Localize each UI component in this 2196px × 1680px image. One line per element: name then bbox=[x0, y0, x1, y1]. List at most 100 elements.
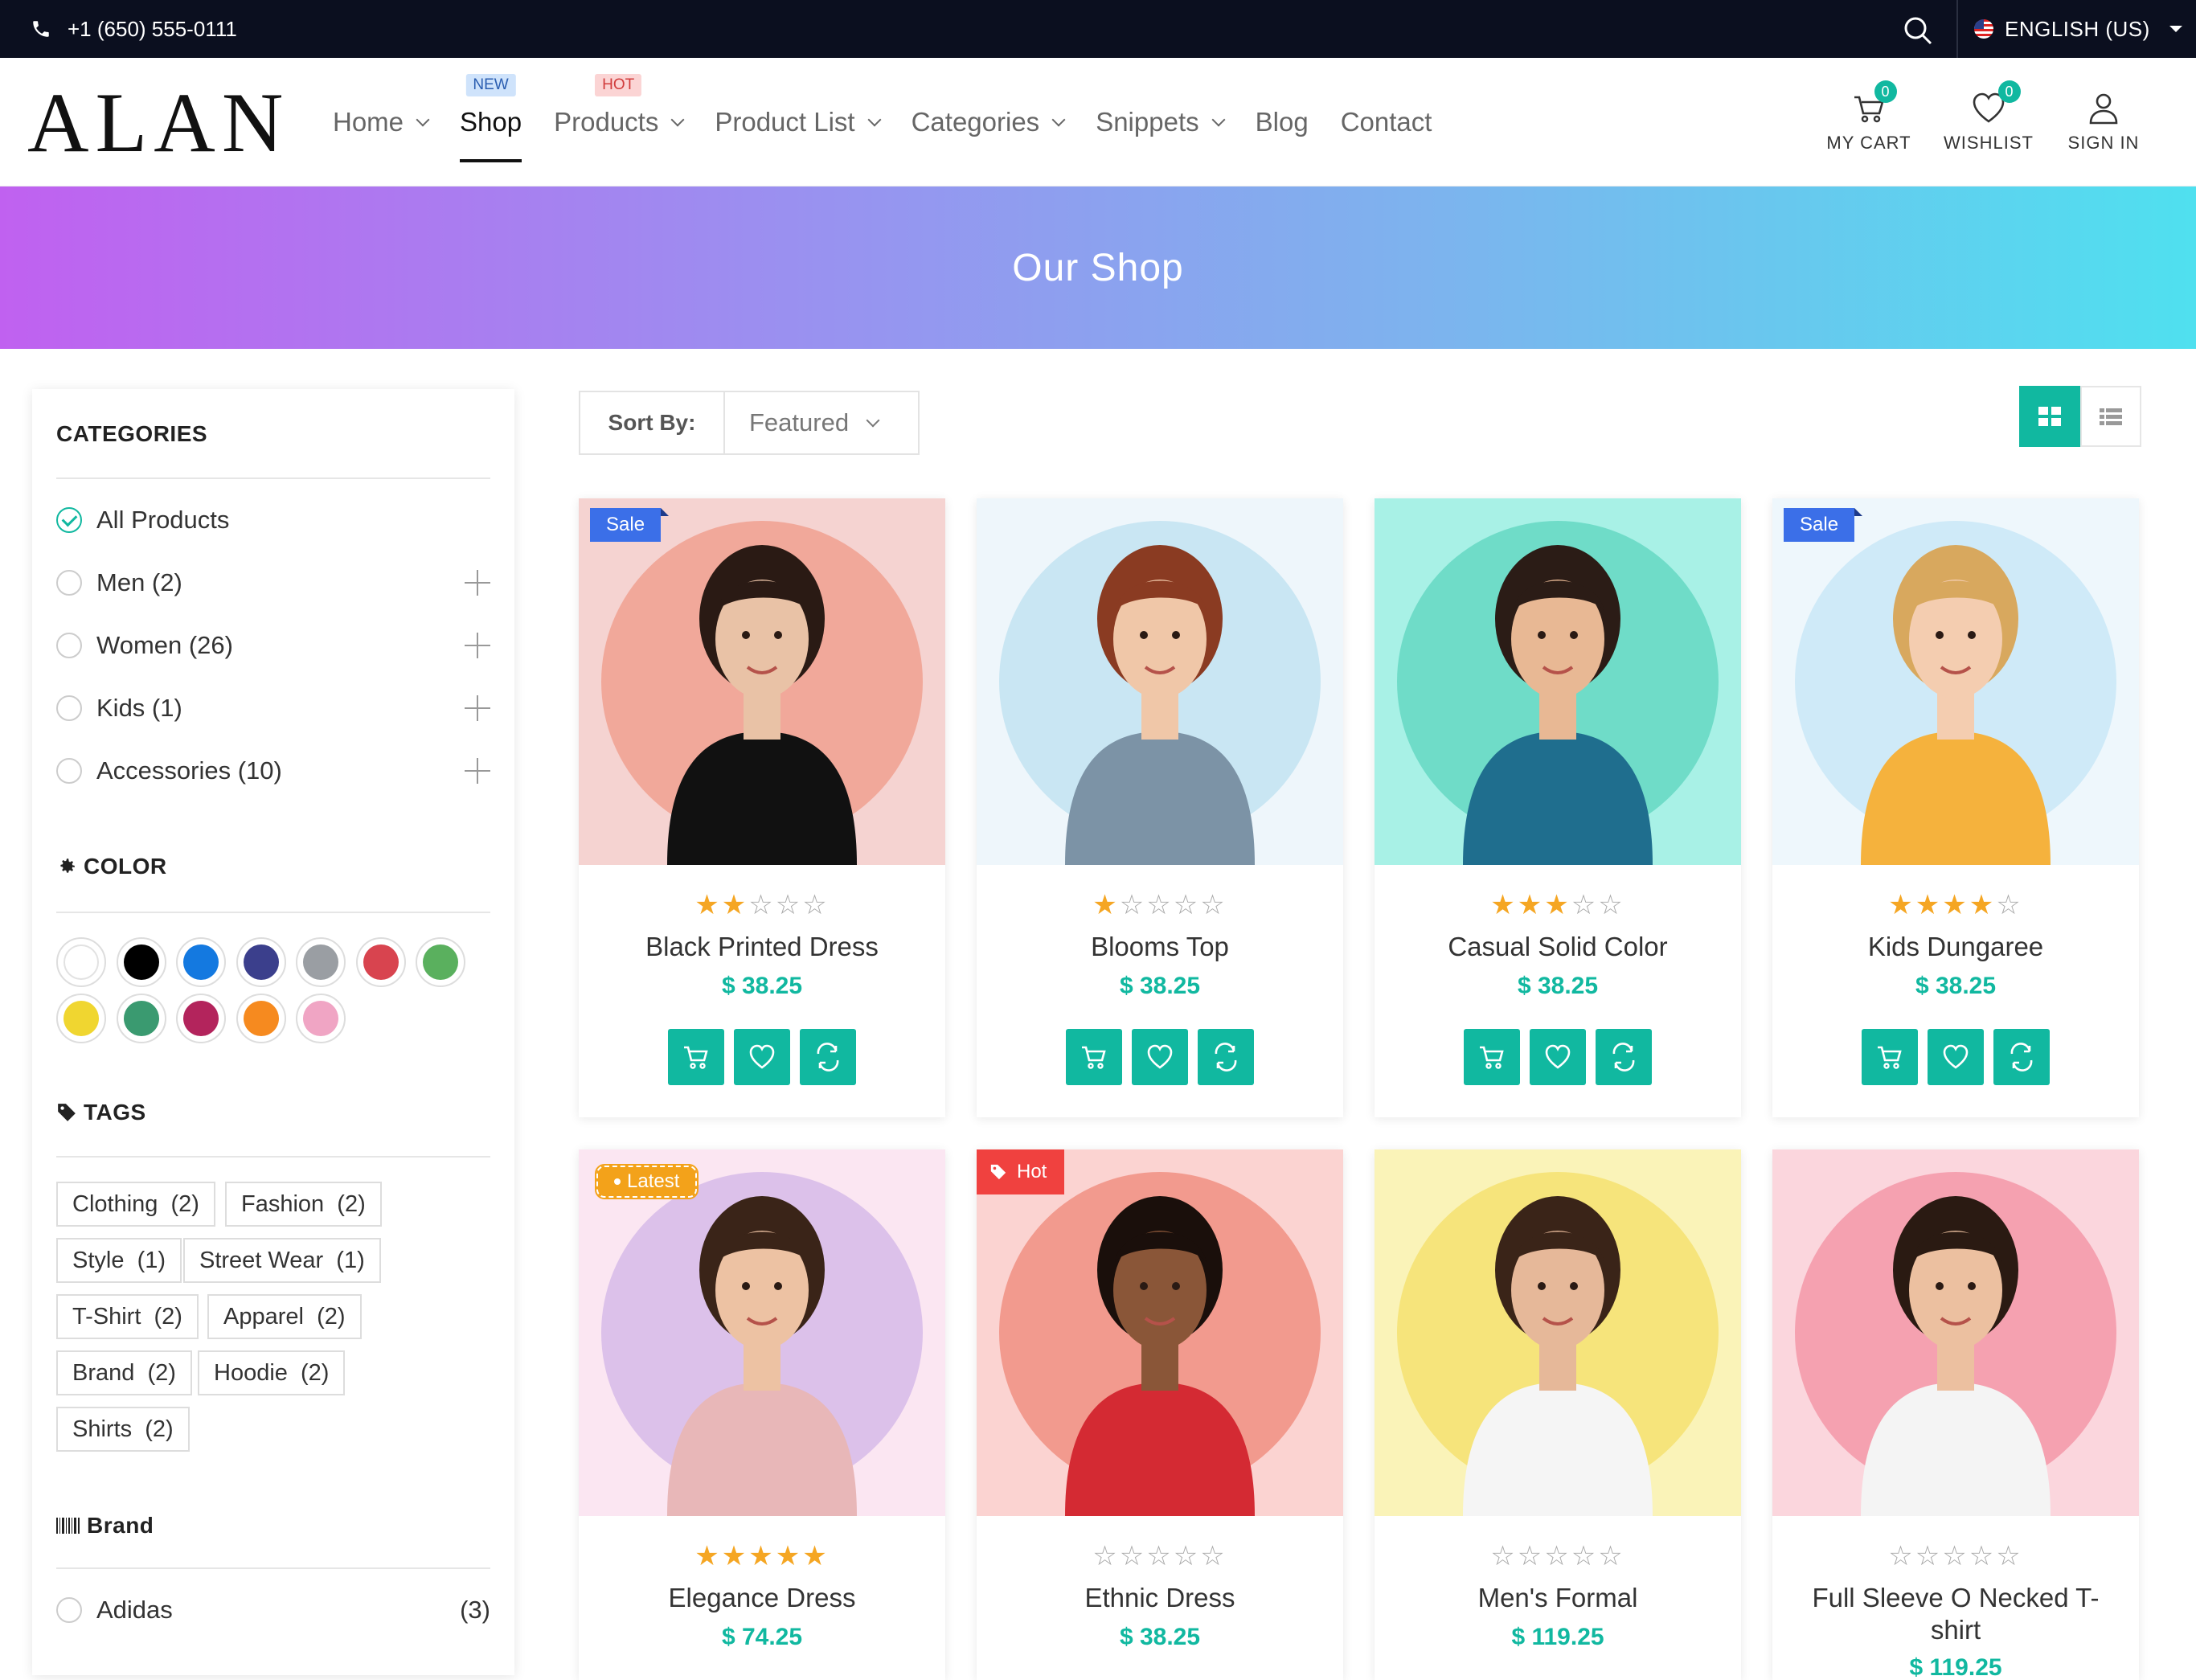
nav-item-categories[interactable]: Categories bbox=[912, 58, 1066, 186]
star-rating: ★★★★★ bbox=[579, 1540, 945, 1572]
category-item[interactable]: Men (2) bbox=[56, 563, 490, 603]
color-swatch[interactable] bbox=[236, 994, 286, 1043]
product-name[interactable]: Ethnic Dress bbox=[977, 1582, 1343, 1614]
category-item[interactable]: Women (26) bbox=[56, 625, 490, 666]
product-image[interactable] bbox=[977, 498, 1343, 865]
product-card[interactable]: ☆☆☆☆☆ Men's Formal $ 119.25 bbox=[1375, 1149, 1741, 1680]
tag-chip[interactable]: Shirts (2) bbox=[56, 1407, 190, 1452]
tag-chip[interactable]: T-Shirt (2) bbox=[56, 1294, 199, 1339]
product-image[interactable]: Sale bbox=[579, 498, 945, 865]
product-image[interactable] bbox=[1375, 498, 1741, 865]
color-swatch[interactable] bbox=[56, 994, 106, 1043]
star-filled-icon: ★ bbox=[721, 890, 749, 920]
nav-item-home[interactable]: Home bbox=[333, 58, 430, 186]
color-swatch[interactable] bbox=[236, 937, 286, 987]
product-name[interactable]: Full Sleeve O Necked T-shirt bbox=[1772, 1582, 2139, 1646]
radio-button[interactable] bbox=[56, 570, 82, 596]
search-icon[interactable] bbox=[1902, 14, 1934, 47]
compare-button[interactable] bbox=[1993, 1029, 2050, 1085]
product-name[interactable]: Men's Formal bbox=[1375, 1582, 1741, 1614]
product-card[interactable]: ★★★☆☆ Casual Solid Color $ 38.25 bbox=[1375, 498, 1741, 1117]
add-to-wishlist-button[interactable] bbox=[734, 1029, 790, 1085]
nav-item-products[interactable]: Products HOT bbox=[554, 58, 685, 186]
product-image[interactable]: Hot bbox=[977, 1149, 1343, 1516]
tag-chip[interactable]: Street Wear (1) bbox=[183, 1238, 381, 1283]
compare-button[interactable] bbox=[1596, 1029, 1652, 1085]
product-card[interactable]: Hot ☆☆☆☆☆ Ethnic Dress $ 38.25 bbox=[977, 1149, 1343, 1680]
signin-label: SIGN IN bbox=[2067, 133, 2140, 153]
product-name[interactable]: Elegance Dress bbox=[579, 1582, 945, 1614]
category-item[interactable]: Kids (1) bbox=[56, 688, 490, 728]
add-to-wishlist-button[interactable] bbox=[1530, 1029, 1586, 1085]
product-card[interactable]: ☆☆☆☆☆ Full Sleeve O Necked T-shirt $ 119.2… bbox=[1772, 1149, 2139, 1680]
phone-contact[interactable]: +1 (650) 555-0111 bbox=[31, 0, 237, 58]
expand-plus-icon[interactable] bbox=[465, 695, 490, 721]
tag-chip[interactable]: Apparel (2) bbox=[207, 1294, 362, 1339]
site-logo[interactable]: ALAN bbox=[27, 80, 289, 166]
color-swatch[interactable] bbox=[416, 937, 465, 987]
compare-button[interactable] bbox=[800, 1029, 856, 1085]
color-swatch[interactable] bbox=[176, 937, 226, 987]
product-image[interactable]: Latest bbox=[579, 1149, 945, 1516]
tag-chip[interactable]: Fashion (2) bbox=[225, 1182, 382, 1227]
radio-button[interactable] bbox=[56, 633, 82, 658]
grid-view-button[interactable] bbox=[2019, 386, 2080, 447]
product-card[interactable]: ★☆☆☆☆ Blooms Top $ 38.25 bbox=[977, 498, 1343, 1117]
add-to-wishlist-button[interactable] bbox=[1132, 1029, 1188, 1085]
product-price: $ 119.25 bbox=[1511, 1624, 1604, 1650]
color-swatch[interactable] bbox=[296, 994, 346, 1043]
nav-item-shop[interactable]: Shop NEW bbox=[460, 58, 522, 186]
add-to-wishlist-button[interactable] bbox=[1928, 1029, 1984, 1085]
product-card[interactable]: Latest ★★★★★ Elegance Dress $ 74.25 bbox=[579, 1149, 945, 1680]
add-to-cart-button[interactable] bbox=[1066, 1029, 1122, 1085]
wishlist-button[interactable]: WISHLIST 0 bbox=[1940, 58, 2037, 186]
language-selector[interactable]: ENGLISH (US) bbox=[1974, 0, 2182, 58]
color-swatch[interactable] bbox=[176, 994, 226, 1043]
add-to-cart-button[interactable] bbox=[668, 1029, 724, 1085]
tag-chip[interactable]: Hoodie (2) bbox=[198, 1350, 346, 1395]
product-name[interactable]: Casual Solid Color bbox=[1375, 931, 1741, 963]
product-image[interactable]: Sale bbox=[1772, 498, 2139, 865]
tag-chip[interactable]: Style (1) bbox=[56, 1238, 182, 1283]
product-name[interactable]: Kids Dungaree bbox=[1772, 931, 2139, 963]
nav-item-snippets[interactable]: Snippets bbox=[1096, 58, 1226, 186]
compare-icon bbox=[817, 1043, 839, 1072]
nav-item-contact[interactable]: Contact bbox=[1341, 58, 1432, 186]
product-image[interactable] bbox=[1375, 1149, 1741, 1516]
color-swatch[interactable] bbox=[116, 937, 166, 987]
star-filled-icon: ★ bbox=[775, 1541, 803, 1571]
category-item[interactable]: Accessories (10) bbox=[56, 751, 490, 791]
radio-button[interactable] bbox=[56, 1597, 82, 1623]
radio-button[interactable] bbox=[56, 758, 82, 784]
signin-button[interactable]: SIGN IN bbox=[2063, 58, 2145, 186]
product-card[interactable]: Sale ★★★★☆ Kids Dungaree $ 38.25 bbox=[1772, 498, 2139, 1117]
add-to-cart-button[interactable] bbox=[1464, 1029, 1520, 1085]
product-card[interactable]: Sale ★★☆☆☆ Black Printed Dress $ 38.25 bbox=[579, 498, 945, 1117]
sort-dropdown[interactable]: Sort By: Featured bbox=[579, 391, 920, 455]
tag-chip[interactable]: Clothing (2) bbox=[56, 1182, 215, 1227]
radio-button[interactable] bbox=[56, 695, 82, 721]
product-image[interactable] bbox=[1772, 1149, 2139, 1516]
expand-plus-icon[interactable] bbox=[465, 758, 490, 784]
sort-select[interactable]: Featured bbox=[725, 392, 918, 453]
color-swatch[interactable] bbox=[296, 937, 346, 987]
color-swatch[interactable] bbox=[56, 937, 106, 987]
color-swatch[interactable] bbox=[116, 994, 166, 1043]
nav-item-blog[interactable]: Blog bbox=[1256, 58, 1309, 186]
brand-item[interactable]: Adidas (3) bbox=[56, 1590, 490, 1630]
expand-plus-icon[interactable] bbox=[465, 570, 490, 596]
sort-label: Sort By: bbox=[580, 392, 725, 453]
product-name[interactable]: Black Printed Dress bbox=[579, 931, 945, 963]
product-name[interactable]: Blooms Top bbox=[977, 931, 1343, 963]
category-item[interactable]: All Products bbox=[56, 500, 490, 540]
list-icon bbox=[2100, 408, 2122, 425]
color-swatch[interactable] bbox=[355, 937, 406, 987]
expand-plus-icon[interactable] bbox=[465, 633, 490, 658]
nav-item-product-list[interactable]: Product List bbox=[715, 58, 882, 186]
check-circle-icon[interactable] bbox=[56, 507, 82, 533]
add-to-cart-button[interactable] bbox=[1862, 1029, 1918, 1085]
tag-chip[interactable]: Brand (2) bbox=[56, 1350, 192, 1395]
compare-button[interactable] bbox=[1198, 1029, 1254, 1085]
list-view-button[interactable] bbox=[2080, 386, 2141, 447]
cart-button[interactable]: MY CART 0 bbox=[1825, 58, 1913, 186]
